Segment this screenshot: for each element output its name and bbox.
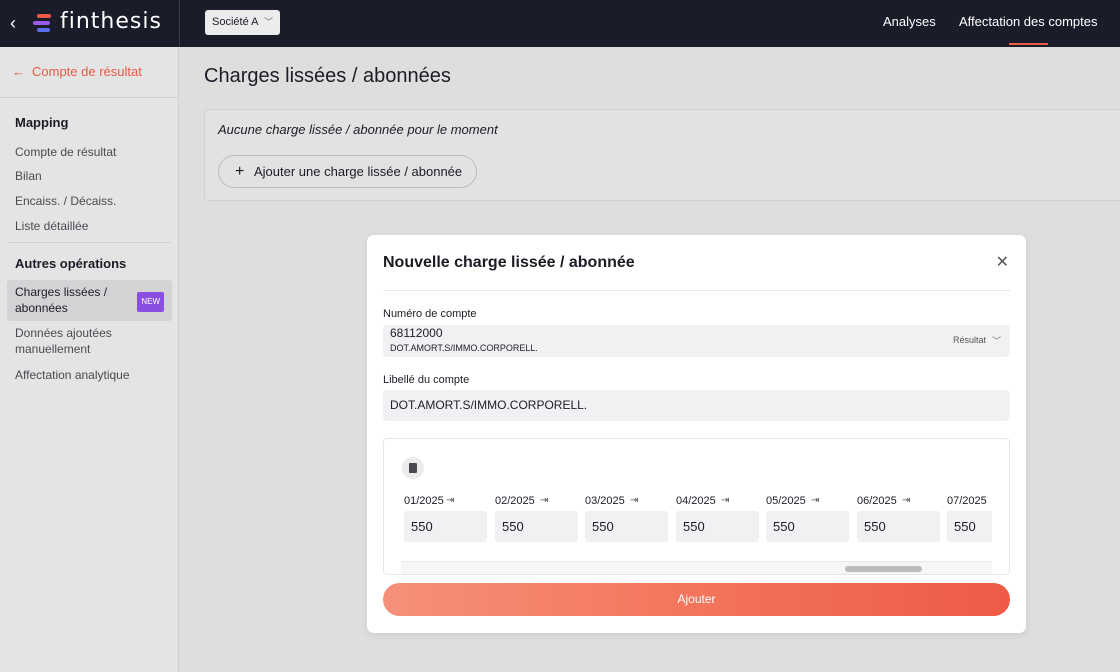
months-card: 01/2025 ⇥ 550 02/2025 ⇥ 550 03/2025 ⇥ 55… [383, 438, 1010, 575]
month-amount-input[interactable]: 550 [495, 511, 578, 542]
month-column: 05/2025 ⇥ 550 [766, 495, 849, 547]
month-amount-input[interactable]: 550 [585, 511, 668, 542]
month-label: 04/2025 [676, 495, 716, 507]
add-charge-button[interactable]: + Ajouter une charge lissée / abonnée [218, 155, 477, 188]
sidebar-section-mapping: Mapping [15, 115, 69, 130]
month-amount-input[interactable]: 550 [404, 511, 487, 542]
fill-right-icon[interactable]: ⇥ [902, 495, 910, 506]
chevron-left-icon[interactable]: ‹ [10, 12, 26, 34]
month-amount-input[interactable]: 550 [857, 511, 940, 542]
company-selector[interactable]: Société A ﹀ [205, 10, 280, 35]
modal-divider [383, 290, 1010, 291]
sidebar: ← Compte de résultat Mapping Compte de ré… [0, 47, 179, 672]
libelle-label: Libellé du compte [383, 374, 470, 386]
sidebar-item-liste-detaillee[interactable]: Liste détaillée [15, 218, 88, 234]
nav-affectation-des-comptes[interactable]: Affectation des comptes [959, 14, 1098, 45]
arrow-left-icon: ← [12, 64, 25, 79]
sidebar-back-label: Compte de résultat [32, 64, 142, 79]
libelle-input[interactable]: DOT.AMORT.S/IMMO.CORPORELL. [383, 390, 1010, 421]
company-selector-label: Société A [212, 16, 259, 28]
sidebar-divider [8, 242, 171, 243]
month-column: 01/2025 ⇥ 550 [404, 495, 487, 547]
account-type: Résultat [952, 335, 986, 345]
nav-analyses[interactable]: Analyses [883, 14, 936, 29]
fill-right-icon[interactable]: ⇥ [630, 495, 638, 506]
month-column: 07/2025 550 [947, 495, 992, 547]
close-icon[interactable]: ✕ [996, 252, 1009, 272]
month-label: 06/2025 [857, 495, 897, 507]
account-number-select[interactable]: 68112000 DOT.AMORT.S/IMMO.CORPORELL. Rés… [383, 325, 1010, 357]
clipboard-icon[interactable] [402, 457, 424, 479]
sidebar-divider [0, 97, 179, 98]
month-amount-input[interactable]: 550 [766, 511, 849, 542]
new-badge: NEW [137, 292, 164, 312]
month-column: 04/2025 ⇥ 550 [676, 495, 759, 547]
sidebar-item-encaiss-decaiss[interactable]: Encaiss. / Décaiss. [15, 193, 116, 209]
horizontal-scrollbar[interactable] [401, 561, 992, 574]
sidebar-item-charges-lissees[interactable]: Charges lissées / abonnées NEW [7, 280, 172, 321]
sidebar-item-bilan[interactable]: Bilan [15, 168, 42, 184]
sidebar-item-affectation-analytique[interactable]: Affectation analytique [15, 367, 130, 383]
finthesis-logo-icon [33, 13, 53, 33]
empty-state-card: Aucune charge lissée / abonnée pour le m… [204, 109, 1120, 201]
month-label: 07/2025 [947, 495, 987, 507]
account-description: DOT.AMORT.S/IMMO.CORPORELL. [390, 343, 538, 353]
fill-right-icon[interactable]: ⇥ [446, 495, 454, 506]
add-charge-label: Ajouter une charge lissée / abonnée [254, 164, 463, 179]
new-charge-modal: Nouvelle charge lissée / abonnée ✕ Numér… [367, 235, 1026, 633]
sidebar-item-donnees-ajoutees[interactable]: Données ajoutées manuellement [15, 325, 135, 357]
topbar-divider [179, 0, 180, 47]
month-label: 05/2025 [766, 495, 806, 507]
month-column: 03/2025 ⇥ 550 [585, 495, 668, 547]
account-number-value: 68112000 [390, 326, 443, 340]
month-amount-input[interactable]: 550 [947, 511, 992, 542]
brand-name: finthesis [60, 9, 162, 34]
month-column: 06/2025 ⇥ 550 [857, 495, 940, 547]
months-row: 01/2025 ⇥ 550 02/2025 ⇥ 550 03/2025 ⇥ 55… [404, 495, 992, 547]
sidebar-back-link[interactable]: ← Compte de résultat [12, 64, 142, 79]
month-label: 03/2025 [585, 495, 625, 507]
top-bar: ‹ finthesis Société A ﹀ Analyses Affecta… [0, 0, 1120, 47]
scrollbar-thumb[interactable] [845, 566, 922, 572]
month-column: 02/2025 ⇥ 550 [495, 495, 578, 547]
chevron-down-icon: ﹀ [991, 336, 1001, 346]
page-title: Charges lissées / abonnées [204, 65, 451, 87]
month-label: 02/2025 [495, 495, 535, 507]
sidebar-section-autres-operations: Autres opérations [15, 256, 127, 271]
fill-right-icon[interactable]: ⇥ [540, 495, 548, 506]
account-number-label: Numéro de compte [383, 308, 477, 320]
sidebar-item-label: Charges lissées / abonnées [15, 285, 108, 315]
sidebar-item-compte-de-resultat[interactable]: Compte de résultat [15, 144, 116, 160]
add-submit-button[interactable]: Ajouter [383, 583, 1010, 616]
fill-right-icon[interactable]: ⇥ [721, 495, 729, 506]
empty-state-message: Aucune charge lissée / abonnée pour le m… [218, 122, 498, 137]
plus-icon: + [235, 163, 245, 180]
modal-title: Nouvelle charge lissée / abonnée [383, 254, 635, 271]
month-amount-input[interactable]: 550 [676, 511, 759, 542]
fill-right-icon[interactable]: ⇥ [811, 495, 819, 506]
month-label: 01/2025 [404, 495, 444, 507]
chevron-down-icon: ﹀ [263, 17, 273, 27]
